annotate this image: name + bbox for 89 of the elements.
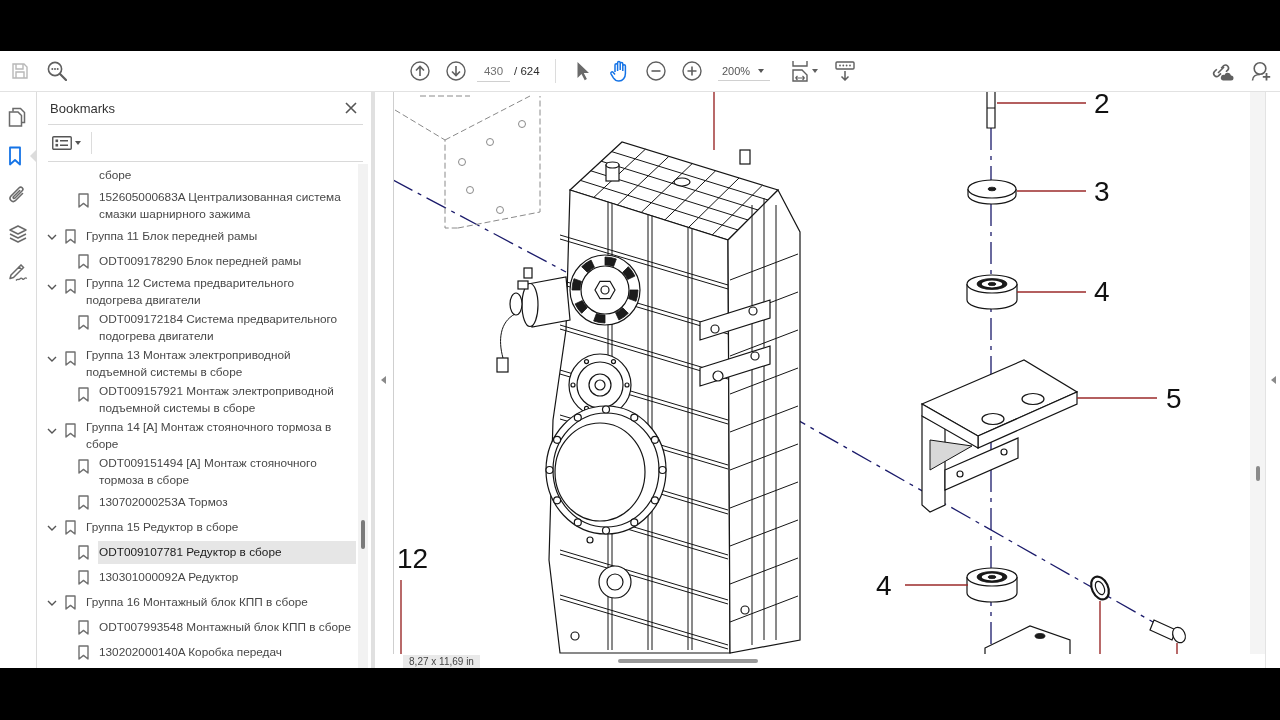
washer — [967, 179, 1017, 205]
washer — [1090, 575, 1110, 601]
leader-line — [1016, 190, 1087, 192]
chevron-down-icon[interactable] — [47, 355, 57, 362]
bookmark-icon — [78, 545, 89, 560]
bookmark-item[interactable]: 130702000253A Тормоз — [98, 491, 356, 514]
bookmark-icon — [65, 279, 76, 294]
zoom-field[interactable]: 200% — [718, 61, 770, 81]
page-arrow-icon — [835, 61, 855, 81]
pages-icon — [8, 106, 26, 127]
hand-icon — [609, 60, 629, 82]
bookmark-icon — [65, 229, 76, 244]
panel-title: Bookmarks — [49, 100, 116, 116]
leader-line — [1176, 642, 1178, 654]
callout-number: 3 — [1094, 176, 1110, 207]
bolt — [1149, 619, 1186, 644]
page-size-label: 8,27 x 11,69 in — [403, 654, 480, 668]
caret-icon — [811, 69, 818, 73]
bookmark-item[interactable]: 130202000140A Коробка передач — [98, 641, 356, 664]
callout-number: 5 — [1166, 383, 1182, 414]
bookmark-icon — [65, 520, 76, 535]
chevron-down-icon[interactable] — [47, 233, 57, 240]
scrollbar-thumb[interactable] — [618, 659, 758, 663]
bookmark-item[interactable]: Группа 16 Монтажный блок КПП в сборе — [85, 591, 342, 614]
left-arrow-icon[interactable] — [381, 376, 387, 384]
bookmark-icon — [8, 145, 22, 166]
bookmark-item[interactable]: Группа 11 Блок передней рамы — [85, 225, 342, 248]
save-icon — [11, 62, 29, 80]
leader-line — [1016, 291, 1087, 293]
bookmark-icon — [65, 595, 76, 610]
scrollbar-thumb[interactable] — [1256, 466, 1260, 481]
close-icon — [345, 102, 357, 114]
bookmark-icon — [78, 459, 89, 474]
bearing — [966, 274, 1018, 310]
bookmark-icon — [78, 315, 89, 330]
page-fit-icon — [790, 60, 809, 82]
leader-line — [713, 92, 715, 151]
bookmark-icon — [78, 645, 89, 660]
bookmark-icon — [78, 570, 89, 585]
caret-icon — [758, 68, 765, 73]
left-arrow-icon[interactable] — [1270, 376, 1276, 384]
bookmark-icon — [78, 620, 89, 635]
chevron-down-icon[interactable] — [47, 599, 57, 606]
chevron-down-icon[interactable] — [47, 427, 57, 434]
bookmark-icon — [78, 495, 89, 510]
options-button[interactable] — [50, 134, 83, 152]
bookmark-icon — [65, 351, 76, 366]
bearing — [966, 567, 1018, 603]
page-number-field[interactable]: 430 — [477, 60, 510, 82]
link-cloud-icon — [1210, 61, 1234, 81]
bookmark-icon — [65, 423, 76, 438]
bookmark-icon — [78, 193, 89, 208]
bookmark-item[interactable]: ODT009157921 Монтаж электроприводной подъемной системы в сборе — [98, 383, 356, 417]
chevron-down-icon[interactable] — [47, 283, 57, 290]
callout-number: 12 — [397, 543, 429, 574]
search-icon — [47, 61, 67, 81]
list-icon — [52, 136, 72, 150]
bookmark-item[interactable]: ODT009172184 Система предварительного подогрева двигатели — [98, 311, 356, 345]
bookmark-item[interactable]: ODT009107781 Редуктор в сборе — [98, 541, 356, 564]
callout-number: 4 — [876, 570, 892, 601]
add-user-icon — [1251, 61, 1271, 81]
bookmark-item[interactable]: Группа 14 [А] Монтаж стояночного тормоза в сборе — [85, 419, 342, 453]
close-button[interactable] — [344, 101, 358, 115]
bookmark-item[interactable]: 130301000092A Редуктор — [98, 566, 356, 589]
layers-icon — [8, 223, 28, 244]
bookmark-item[interactable]: Группа 15 Редуктор в сборе — [85, 516, 342, 539]
bookmark-item[interactable]: ODT009178290 Блок передней рамы — [98, 250, 356, 273]
pen-icon — [8, 263, 28, 282]
arrow-down-icon — [446, 61, 466, 81]
callout-number: 2 — [1094, 92, 1110, 119]
plus-icon — [682, 61, 702, 81]
chevron-down-icon[interactable] — [47, 524, 57, 531]
leader-line — [1099, 600, 1101, 654]
scrollbar-thumb[interactable] — [361, 520, 365, 549]
bookmark-icon — [78, 254, 89, 269]
bookmark-item[interactable]: Группа 12 Система предварительного подогрева двигатели — [85, 275, 342, 309]
bookmark-item[interactable]: Группа 13 Монтаж электроприводной подъемной системы в сборе — [85, 347, 342, 381]
bookmark-item[interactable]: сборе — [98, 164, 356, 187]
arrow-up-icon — [410, 61, 430, 81]
bookmark-item[interactable]: ODT009151494 [А] Монтаж стояночного тормоза в сборе — [98, 455, 356, 489]
bookmark-item[interactable]: 152605000683A Централизованная система смазки шарнирного зажима — [98, 189, 356, 223]
callout-number: 4 — [1094, 276, 1110, 307]
minus-icon — [646, 61, 666, 81]
cursor-icon — [576, 61, 590, 81]
leader-line — [904, 584, 969, 586]
page-count: / 624 — [514, 65, 541, 77]
caret-icon — [75, 141, 81, 145]
bookmark-item[interactable]: ODT007993548 Монтажный блок КПП в сборе — [98, 616, 356, 639]
bookmark-icon — [78, 387, 89, 402]
